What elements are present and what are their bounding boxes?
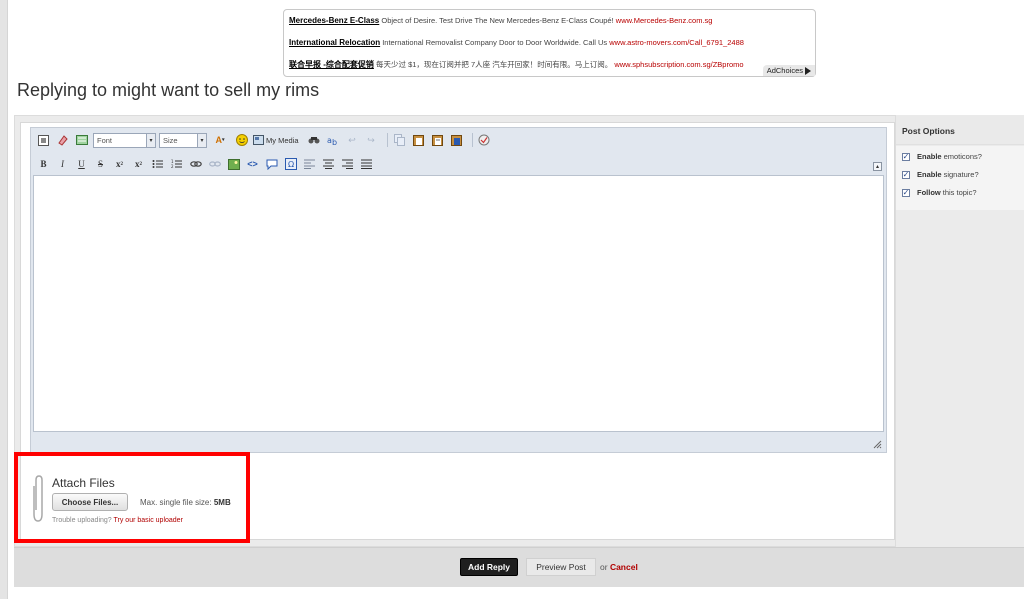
size-select-label: Size bbox=[163, 135, 178, 145]
page-title: Replying to might want to sell my rims bbox=[17, 80, 320, 100]
align-left-icon[interactable] bbox=[302, 157, 317, 172]
chevron-down-icon: ▾ bbox=[146, 133, 155, 147]
toolbar-separator bbox=[471, 133, 473, 147]
special-char-icon[interactable]: Ω bbox=[283, 157, 298, 172]
ad-title[interactable]: International Relocation bbox=[289, 38, 380, 47]
copy-icon[interactable] bbox=[392, 133, 407, 148]
chevron-down-icon: ▾ bbox=[197, 133, 206, 147]
emoticon-icon[interactable] bbox=[234, 133, 249, 148]
ad-title[interactable]: 联合早报 -综合配套促销 bbox=[289, 60, 374, 69]
ad-line[interactable]: Mercedes-Benz E-Class Object of Desire. … bbox=[289, 16, 712, 25]
ad-text: International Removalist Company Door to… bbox=[382, 38, 608, 47]
replace-icon[interactable]: ab bbox=[326, 133, 341, 148]
ad-banner: Mercedes-Benz E-Class Object of Desire. … bbox=[283, 9, 816, 77]
text-color-icon[interactable]: A ▾ bbox=[210, 133, 230, 148]
option-label: emoticons? bbox=[943, 152, 982, 161]
ad-line[interactable]: International Relocation International R… bbox=[289, 38, 744, 47]
toolbar-row-1: Font ▾ Size ▾ A ▾ My Media ab ↩ ↪ bbox=[36, 131, 496, 149]
font-select-label: Font bbox=[97, 135, 113, 145]
ad-choices-icon bbox=[805, 67, 811, 75]
toolbar-row-2: B I U S x2 x2 12 <> Ω bbox=[36, 155, 378, 173]
add-reply-button[interactable]: Add Reply bbox=[460, 558, 518, 576]
quote-icon[interactable] bbox=[264, 157, 279, 172]
max-size-value: 5MB bbox=[213, 498, 231, 507]
font-select[interactable]: Font ▾ bbox=[93, 132, 156, 148]
paste-text-icon[interactable] bbox=[430, 133, 445, 148]
basic-uploader-link[interactable]: Try our basic uploader bbox=[114, 517, 183, 524]
option-bold-label: Follow bbox=[917, 188, 941, 197]
subscript-icon[interactable]: x2 bbox=[112, 157, 127, 172]
left-gutter bbox=[0, 0, 8, 599]
paste-word-icon[interactable] bbox=[449, 133, 464, 148]
redo-icon[interactable]: ↪ bbox=[364, 133, 379, 148]
media-icon bbox=[253, 135, 264, 145]
unlink-icon[interactable] bbox=[207, 157, 222, 172]
spell-check-icon[interactable] bbox=[477, 133, 492, 148]
cancel-link[interactable]: Cancel bbox=[610, 562, 638, 572]
svg-text:Ω: Ω bbox=[288, 160, 294, 169]
cancel-group: or Cancel bbox=[600, 562, 638, 572]
bulleted-list-icon[interactable] bbox=[150, 157, 165, 172]
post-editor-textarea[interactable] bbox=[33, 175, 884, 432]
my-media-label: My Media bbox=[266, 135, 299, 145]
paperclip-icon bbox=[30, 474, 44, 524]
max-size-label: Max. single file size: bbox=[140, 498, 212, 507]
choose-files-button[interactable]: Choose Files... bbox=[52, 493, 128, 511]
svg-text:2: 2 bbox=[171, 164, 174, 169]
attach-files-title: Attach Files bbox=[52, 476, 115, 490]
enable-signature-option[interactable]: ✓ Enable signature? bbox=[902, 170, 979, 179]
enable-emoticons-checkbox[interactable]: ✓ bbox=[902, 152, 910, 161]
max-file-size: Max. single file size: 5MB bbox=[140, 498, 231, 507]
my-media-button[interactable]: My Media bbox=[253, 135, 299, 145]
ad-text: 每天少过 $1，现在订阅并把 7人座 汽车开回家！时间有限。马上订阅。 bbox=[375, 60, 613, 69]
align-center-icon[interactable] bbox=[321, 157, 336, 172]
post-options-title: Post Options bbox=[902, 126, 955, 136]
justify-icon[interactable] bbox=[359, 157, 374, 172]
ad-choices-label: AdChoices bbox=[766, 65, 803, 75]
or-text: or bbox=[600, 562, 608, 572]
form-footer bbox=[14, 547, 1024, 587]
follow-topic-checkbox[interactable]: ✓ bbox=[902, 188, 910, 197]
preview-post-button[interactable]: Preview Post bbox=[526, 558, 596, 576]
ad-line[interactable]: 联合早报 -综合配套促销 每天少过 $1，现在订阅并把 7人座 汽车开回家！时间… bbox=[289, 59, 744, 70]
trouble-text: Trouble uploading? bbox=[52, 517, 112, 524]
trouble-uploading: Trouble uploading? Try our basic uploade… bbox=[52, 517, 183, 524]
ad-url[interactable]: www.Mercedes-Benz.com.sg bbox=[616, 16, 713, 25]
italic-icon[interactable]: I bbox=[55, 157, 70, 172]
option-label: this topic? bbox=[942, 188, 977, 197]
binoculars-icon[interactable] bbox=[307, 133, 322, 148]
code-icon[interactable]: <> bbox=[245, 157, 260, 172]
enable-signature-checkbox[interactable]: ✓ bbox=[902, 170, 910, 179]
option-bold-label: Enable bbox=[917, 152, 942, 161]
ad-text: Object of Desire. Test Drive The New Mer… bbox=[381, 16, 614, 25]
ad-title[interactable]: Mercedes-Benz E-Class bbox=[289, 16, 379, 25]
enable-emoticons-option[interactable]: ✓ Enable emoticons? bbox=[902, 152, 982, 161]
link-icon[interactable] bbox=[188, 157, 203, 172]
image-icon[interactable] bbox=[226, 157, 241, 172]
option-label: signature? bbox=[943, 170, 979, 179]
toolbar-separator bbox=[386, 133, 388, 147]
svg-text:b: b bbox=[332, 138, 337, 146]
collapse-toolbar-button[interactable]: ▴ bbox=[873, 162, 882, 171]
option-bold-label: Enable bbox=[917, 170, 942, 179]
ad-choices-button[interactable]: AdChoices bbox=[762, 64, 815, 76]
spellcheck-icon[interactable] bbox=[74, 133, 89, 148]
size-select[interactable]: Size ▾ bbox=[159, 132, 207, 148]
align-right-icon[interactable] bbox=[340, 157, 355, 172]
ad-url[interactable]: www.astro-movers.com/Call_6791_2488 bbox=[609, 38, 744, 47]
paste-icon[interactable] bbox=[411, 133, 426, 148]
superscript-icon[interactable]: x2 bbox=[131, 157, 146, 172]
bold-icon[interactable]: B bbox=[36, 157, 51, 172]
numbered-list-icon[interactable]: 12 bbox=[169, 157, 184, 172]
strikethrough-icon[interactable]: S bbox=[93, 157, 108, 172]
undo-icon[interactable]: ↩ bbox=[345, 133, 360, 148]
source-icon[interactable] bbox=[36, 133, 51, 148]
eraser-icon[interactable] bbox=[55, 133, 70, 148]
resize-grip-icon[interactable] bbox=[873, 440, 882, 449]
underline-icon[interactable]: U bbox=[74, 157, 89, 172]
follow-topic-option[interactable]: ✓ Follow this topic? bbox=[902, 188, 977, 197]
ad-url[interactable]: www.sphsubscription.com.sg/ZBpromo bbox=[614, 60, 743, 69]
